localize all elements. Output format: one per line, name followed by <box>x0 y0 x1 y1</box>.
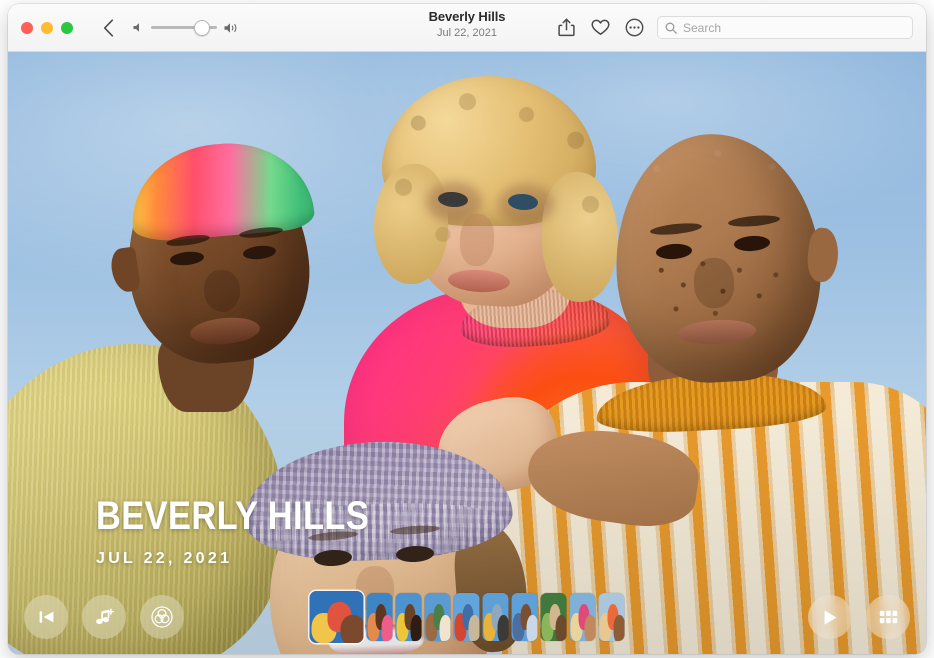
volume-control[interactable] <box>133 19 239 37</box>
thumb-group-selfie[interactable] <box>310 591 364 643</box>
thumb-park-trees[interactable] <box>541 593 567 641</box>
chevron-left-icon <box>103 19 114 37</box>
memory-controls-right <box>808 595 910 639</box>
play-button[interactable] <box>808 595 852 639</box>
add-music-button[interactable] <box>82 595 126 639</box>
person-right-freckles <box>645 243 801 343</box>
search-input[interactable]: Search <box>683 21 721 35</box>
thumb-green-cap[interactable] <box>425 593 451 641</box>
memory-controls-left <box>24 595 184 639</box>
volume-knob[interactable] <box>194 20 210 36</box>
thumbnail-subject <box>440 615 451 641</box>
play-icon <box>821 608 839 627</box>
thumb-pair-smile[interactable] <box>599 593 625 641</box>
music-note-plus-icon <box>94 607 115 628</box>
thumbnail-subject <box>614 615 625 641</box>
thumbnail-subject <box>469 615 480 641</box>
traffic-lights <box>21 22 73 34</box>
thumbnail-subject <box>498 615 509 641</box>
thumbnail-subject <box>585 615 596 641</box>
close-window-button[interactable] <box>21 22 33 34</box>
memory-mix-icon <box>151 606 173 628</box>
share-icon <box>558 18 575 37</box>
minimize-window-button[interactable] <box>41 22 53 34</box>
thumb-two-friends[interactable] <box>483 593 509 641</box>
memory-filmstrip[interactable] <box>310 591 625 643</box>
more-circle-icon <box>625 18 644 37</box>
window-toolbar: Beverly Hills Jul 22, 2021 <box>8 4 926 52</box>
previous-memory-button[interactable] <box>24 595 68 639</box>
thumb-blonde-laugh[interactable] <box>570 593 596 641</box>
thumb-red-ladder[interactable] <box>454 593 480 641</box>
grid-view-button[interactable] <box>866 595 910 639</box>
more-button[interactable] <box>617 13 651 43</box>
grid-icon <box>879 610 898 624</box>
thumbnail-subject <box>411 615 422 641</box>
thumbnail-subject <box>341 615 364 643</box>
memory-mix-button[interactable] <box>140 595 184 639</box>
memory-photo <box>8 52 926 654</box>
thumbnail-subject <box>556 615 567 641</box>
thumb-jumping[interactable] <box>512 593 538 641</box>
memory-photo-stage[interactable]: BEVERLY HILLS JUL 22, 2021 <box>8 52 926 654</box>
photos-window: Beverly Hills Jul 22, 2021 <box>8 4 926 654</box>
thumb-portrait-pink[interactable] <box>367 593 393 641</box>
person-center-hair-texture <box>374 76 620 290</box>
speaker-low-icon <box>133 22 144 33</box>
share-button[interactable] <box>549 13 583 43</box>
thumb-yellow-shirt[interactable] <box>396 593 422 641</box>
back-button[interactable] <box>97 16 119 40</box>
rewind-to-start-icon <box>37 609 56 625</box>
thumbnail-subject <box>382 615 393 641</box>
favorite-button[interactable] <box>583 13 617 43</box>
search-field[interactable]: Search <box>657 16 913 39</box>
toolbar-actions: Search <box>549 4 913 51</box>
search-icon <box>665 22 677 34</box>
speaker-high-icon <box>224 22 239 34</box>
heart-icon <box>591 19 610 36</box>
thumbnail-subject <box>527 615 538 641</box>
maximize-window-button[interactable] <box>61 22 73 34</box>
volume-slider[interactable] <box>151 19 217 37</box>
